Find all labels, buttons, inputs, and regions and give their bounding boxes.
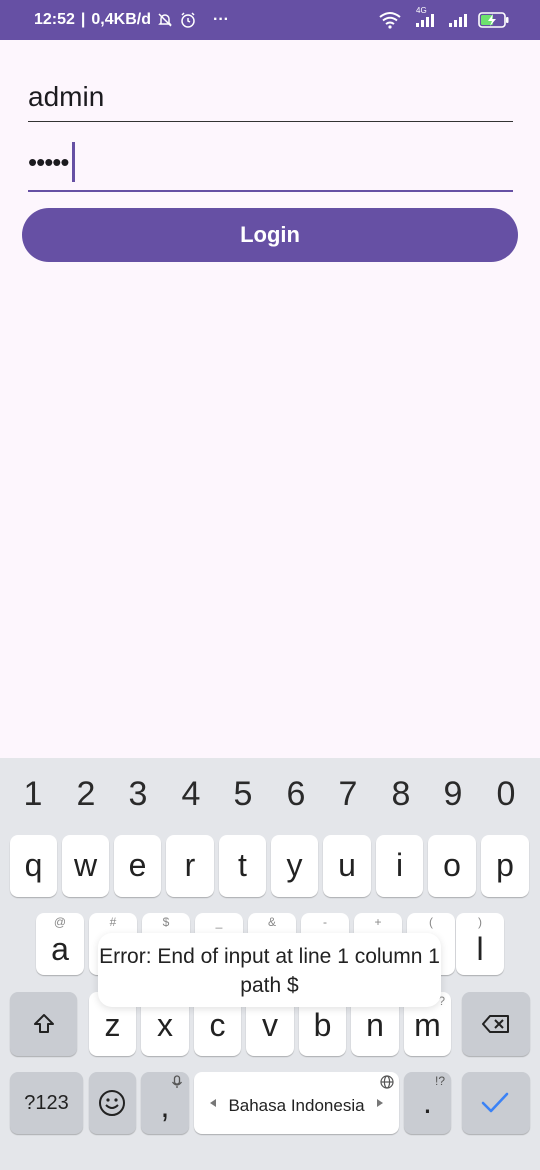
password-dots: ••••• xyxy=(28,146,70,177)
key-1[interactable]: 1 xyxy=(8,768,58,820)
status-bar: 12:52 | 0,4KB/d ··· 4G xyxy=(0,0,540,40)
key-2[interactable]: 2 xyxy=(61,768,111,820)
done-key[interactable] xyxy=(462,1072,530,1134)
key-label: c xyxy=(209,1007,226,1043)
clock: 12:52 xyxy=(34,11,75,28)
key-7[interactable]: 7 xyxy=(323,768,373,820)
status-bar-right: 4G xyxy=(378,0,510,40)
period-key[interactable]: !? . xyxy=(404,1072,451,1134)
key-sublabel: ) xyxy=(478,915,482,929)
key-y[interactable]: y xyxy=(271,835,318,897)
key-label: x xyxy=(157,1007,173,1043)
key-e[interactable]: e xyxy=(114,835,161,897)
shift-icon xyxy=(32,1012,56,1036)
error-toast: Error: End of input at line 1 column 1 p… xyxy=(98,933,441,1007)
shift-key[interactable] xyxy=(10,992,77,1056)
key-i[interactable]: i xyxy=(376,835,423,897)
space-label: Bahasa Indonesia xyxy=(228,1096,365,1115)
emoji-icon xyxy=(98,1089,126,1117)
text-cursor xyxy=(71,142,75,182)
backspace-key[interactable] xyxy=(462,992,530,1056)
key-sublabel: & xyxy=(267,915,276,929)
key-8[interactable]: 8 xyxy=(376,768,426,820)
microphone-icon xyxy=(171,1075,183,1089)
key-label: . xyxy=(423,1084,432,1120)
separator: | xyxy=(80,11,86,28)
key-label: m xyxy=(414,1007,441,1043)
key-6[interactable]: 6 xyxy=(271,768,321,820)
comma-key[interactable]: , xyxy=(141,1072,189,1134)
key-label: b xyxy=(313,1007,332,1043)
key-label: e xyxy=(128,847,147,883)
key-5[interactable]: 5 xyxy=(218,768,268,820)
key-4[interactable]: 4 xyxy=(166,768,216,820)
key-sublabel: _ xyxy=(215,915,223,929)
key-label: w xyxy=(73,847,98,883)
username-field[interactable]: admin xyxy=(28,72,513,122)
space-key[interactable]: Bahasa Indonesia xyxy=(194,1072,399,1134)
key-q[interactable]: q xyxy=(10,835,57,897)
key-label: r xyxy=(184,847,196,883)
key-label: , xyxy=(160,1088,170,1124)
status-bar-left: 12:52 | 0,4KB/d ··· xyxy=(34,0,229,40)
muted-bell-icon xyxy=(157,12,173,28)
more-notifications: ··· xyxy=(212,11,229,28)
network-type: 4G xyxy=(416,6,427,15)
signal-icon xyxy=(448,12,470,28)
password-value: ••••• xyxy=(28,142,75,182)
username-value: admin xyxy=(28,81,105,112)
symbols-key[interactable]: ?123 xyxy=(10,1072,83,1134)
key-label: l xyxy=(476,931,484,967)
key-o[interactable]: o xyxy=(428,835,476,897)
login-button[interactable]: Login xyxy=(22,208,518,262)
key-r[interactable]: r xyxy=(166,835,214,897)
key-label: ?123 xyxy=(24,1092,69,1114)
key-sublabel: + xyxy=(374,915,382,929)
network-speed: 0,4KB/d xyxy=(91,11,151,28)
key-label: q xyxy=(24,847,43,883)
globe-icon xyxy=(380,1075,394,1089)
key-label: n xyxy=(366,1007,384,1043)
signal-4g-icon: 4G xyxy=(410,6,440,28)
key-sublabel: $ xyxy=(162,915,170,929)
key-sublabel: - xyxy=(323,915,327,929)
arrow-right-icon xyxy=(377,1099,383,1107)
key-w[interactable]: w xyxy=(62,835,109,897)
key-u[interactable]: u xyxy=(323,835,371,897)
number-row: 1 2 3 4 5 6 7 8 9 0 xyxy=(0,758,540,830)
wifi-icon xyxy=(378,11,402,29)
key-label: z xyxy=(104,1007,121,1043)
backspace-icon xyxy=(482,1014,510,1034)
key-label: u xyxy=(338,847,356,883)
key-label: i xyxy=(395,847,404,883)
key-0[interactable]: 0 xyxy=(481,768,531,820)
emoji-key[interactable] xyxy=(89,1072,136,1134)
key-sublabel: ( xyxy=(429,915,433,929)
key-label: o xyxy=(443,847,461,883)
key-label: p xyxy=(496,847,514,883)
battery-charging-icon xyxy=(478,11,510,29)
key-t[interactable]: t xyxy=(219,835,266,897)
key-label: a xyxy=(51,931,69,967)
key-a[interactable]: @ a xyxy=(36,913,84,975)
key-l[interactable]: ) l xyxy=(456,913,504,975)
key-3[interactable]: 3 xyxy=(113,768,163,820)
key-p[interactable]: p xyxy=(481,835,529,897)
checkmark-icon xyxy=(480,1090,510,1116)
key-sublabel: # xyxy=(109,915,117,929)
password-field[interactable]: ••••• xyxy=(28,140,513,192)
key-sublabel: @ xyxy=(53,915,67,929)
key-label: y xyxy=(286,847,303,883)
key-9[interactable]: 9 xyxy=(428,768,478,820)
key-label: v xyxy=(262,1007,278,1043)
alarm-clock-icon xyxy=(179,11,197,29)
key-label: t xyxy=(238,847,247,883)
